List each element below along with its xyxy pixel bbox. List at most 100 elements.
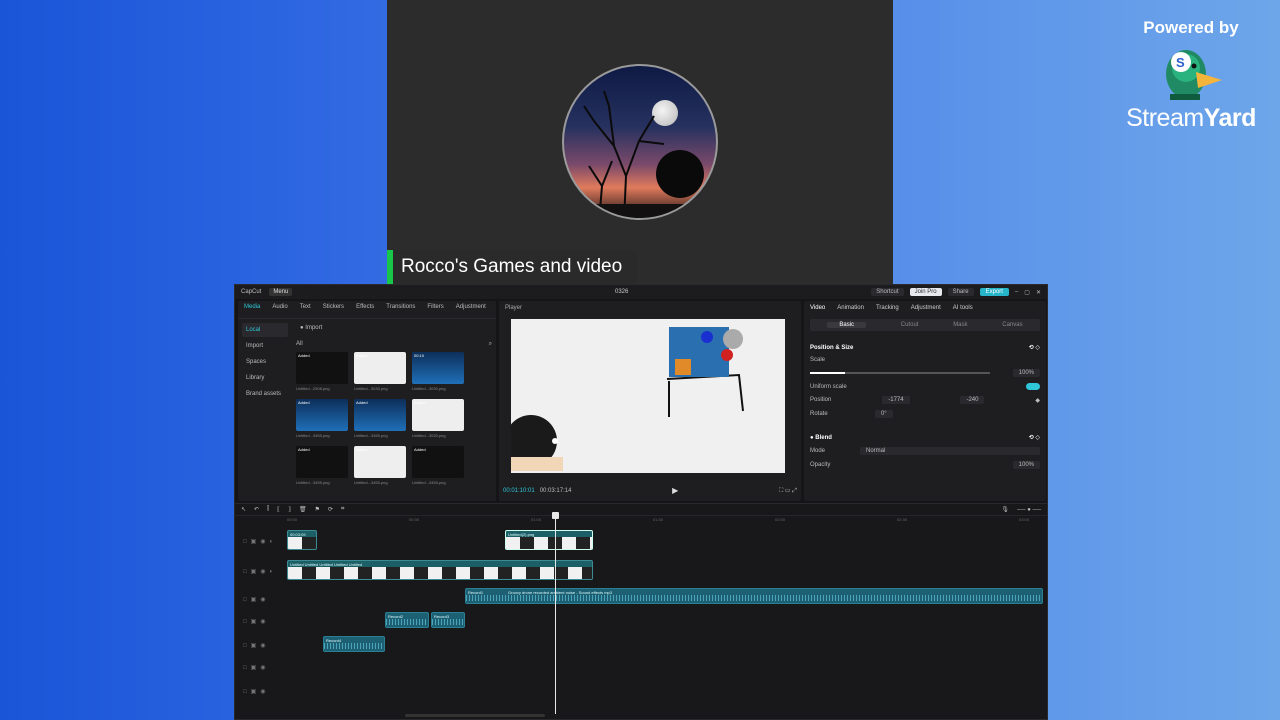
play-icon[interactable]: ▶ xyxy=(672,486,678,495)
track-controls[interactable]: □▣◉ xyxy=(243,642,270,649)
thumbnail-caption: Untitled...3455.png xyxy=(412,480,446,485)
tool-audio[interactable]: Audio xyxy=(272,304,287,315)
mode-select[interactable]: Normal xyxy=(860,447,1040,455)
track-controls[interactable]: □▣◉ xyxy=(243,664,270,671)
tool-transitions[interactable]: Transitions xyxy=(386,304,415,315)
audio-clip-record1[interactable]: Record1 Groovy drone recorded ambient no… xyxy=(465,588,1043,604)
search-icon[interactable]: ⌕ xyxy=(489,341,492,348)
rotate-row: Rotate 0° xyxy=(804,407,1046,421)
preview-canvas[interactable] xyxy=(511,319,785,473)
thumbnail-caption: Untitled...3455.png xyxy=(354,433,388,438)
media-thumbnail[interactable]: Added Untitled...3455.png xyxy=(296,446,348,487)
minimize-icon[interactable]: – xyxy=(1015,289,1018,295)
shortcut-button[interactable]: Shortcut xyxy=(871,288,904,296)
tool-stickers[interactable]: Stickers xyxy=(323,304,344,315)
track-controls[interactable]: □▣◉◐ xyxy=(243,568,277,575)
share-button[interactable]: Share xyxy=(947,288,974,296)
mark-icon[interactable]: ⚑ xyxy=(315,506,320,513)
subtab-mask[interactable]: Mask xyxy=(953,322,967,328)
fullscreen-icon[interactable]: ⛶ ▭ ⤢ xyxy=(779,487,797,495)
timeline-scrollbar[interactable] xyxy=(405,714,545,717)
media-thumbnail[interactable]: Added Untitled...3030.png xyxy=(412,399,464,440)
rotate-input[interactable]: 0° xyxy=(874,410,893,418)
player-controls: 00:01:10:01 00:03:17:14 ▶ ⛶ ▭ ⤢ xyxy=(503,486,797,495)
undo-icon[interactable]: ↶ xyxy=(254,506,259,513)
media-thumbnail[interactable]: Added Untitled...3030.png xyxy=(354,352,406,393)
crop-icon[interactable]: ⌗ xyxy=(341,506,344,513)
tool-media[interactable]: Media xyxy=(244,304,260,315)
split-right-icon[interactable]: ⟧ xyxy=(288,506,291,513)
project-title: 0326 xyxy=(615,289,629,295)
blend-reset-icon[interactable]: ⟲ ◇ xyxy=(1029,434,1040,441)
side-library[interactable]: Library xyxy=(242,371,288,385)
media-thumbnail[interactable]: 00:10 Untitled...3030.png xyxy=(412,352,464,393)
tool-text[interactable]: Text xyxy=(300,304,311,315)
powered-by-text: Powered by xyxy=(1143,18,1239,37)
ruler-label: 00:30 xyxy=(409,517,420,522)
reset-icon[interactable]: ⟲ ◇ xyxy=(1029,344,1040,351)
media-thumbnail[interactable]: Added Untitled...3455.png xyxy=(354,399,406,440)
track-controls[interactable]: □▣◉ xyxy=(243,618,270,625)
thumbnail-caption: Untitled...2908.png xyxy=(296,386,330,391)
scale-value[interactable]: 100% xyxy=(1012,369,1040,377)
tab-video[interactable]: Video xyxy=(810,305,825,311)
opacity-value[interactable]: 100% xyxy=(1012,461,1040,469)
track-controls[interactable]: □▣◉◐ xyxy=(243,538,277,545)
track-controls[interactable]: □▣◉ xyxy=(243,688,270,695)
menu-button[interactable]: Menu xyxy=(269,288,293,296)
tool-filters[interactable]: Filters xyxy=(427,304,443,315)
select-tool-icon[interactable]: ↖ xyxy=(241,506,246,513)
playhead[interactable] xyxy=(552,512,559,714)
timeline-clip[interactable]: Untitled(2).png xyxy=(505,530,593,550)
zoom-slider[interactable]: ── ● ── xyxy=(1017,507,1041,513)
media-thumbnail[interactable]: Added Untitled...3455.png xyxy=(354,446,406,487)
audio-clip-record4[interactable]: Record4 xyxy=(323,636,385,652)
subtab-basic[interactable]: Basic xyxy=(827,322,867,328)
media-thumbnail[interactable]: Added Untitled...3455.png xyxy=(412,446,464,487)
position-x-input[interactable]: -1774 xyxy=(882,396,910,404)
position-y-input[interactable]: -240 xyxy=(960,396,985,404)
tab-tracking[interactable]: Tracking xyxy=(876,305,899,311)
export-button[interactable]: Export xyxy=(979,288,1009,296)
main-video-track[interactable]: Untitled Untitled Untitled Untitled Unti… xyxy=(287,560,593,580)
scale-slider[interactable] xyxy=(810,372,990,374)
join-pro-button[interactable]: Join Pro xyxy=(909,288,942,296)
keyframe-icon[interactable]: ◆ xyxy=(1035,397,1040,404)
thumbnail-badge: Added xyxy=(356,447,368,452)
tab-ai-tools[interactable]: AI tools xyxy=(953,305,973,311)
media-thumbnail[interactable]: Added Untitled...3455.png xyxy=(296,399,348,440)
side-local[interactable]: Local xyxy=(242,323,288,337)
subtab-canvas[interactable]: Canvas xyxy=(1002,322,1022,328)
filter-all[interactable]: All xyxy=(296,341,303,348)
svg-text:S: S xyxy=(1176,55,1185,70)
track-controls[interactable]: □▣◉ xyxy=(243,596,270,603)
media-toolbar: Media Audio Text Stickers Effects Transi… xyxy=(238,301,496,319)
rotate-clip-icon[interactable]: ⟳ xyxy=(328,506,333,513)
tab-animation[interactable]: Animation xyxy=(837,305,864,311)
side-brand-assets[interactable]: Brand assets xyxy=(242,387,288,401)
split-icon[interactable]: ⫿ xyxy=(267,506,269,513)
thumbnail-badge: Added xyxy=(298,447,310,452)
ruler-label: 00:00 xyxy=(287,517,298,522)
thumbnail-image: Added xyxy=(354,399,406,431)
tool-effects[interactable]: Effects xyxy=(356,304,374,315)
import-button[interactable]: ● Import xyxy=(300,325,322,331)
subtab-cutout[interactable]: Cutout xyxy=(901,322,919,328)
close-icon[interactable]: ✕ xyxy=(1036,289,1041,296)
split-left-icon[interactable]: ⟦ xyxy=(277,506,280,513)
media-panel: Media Audio Text Stickers Effects Transi… xyxy=(238,301,496,501)
tab-adjustment[interactable]: Adjustment xyxy=(911,305,941,311)
audio-clip-record3[interactable]: Record3 xyxy=(431,612,465,628)
tool-adjustment[interactable]: Adjustment xyxy=(456,304,486,315)
delete-icon[interactable]: 🗑 xyxy=(299,506,307,513)
audio-clip-record2[interactable]: Record2 xyxy=(385,612,429,628)
thumbnail-caption: Untitled...3030.png xyxy=(354,386,388,391)
media-thumbnail[interactable]: Added Untitled...2908.png xyxy=(296,352,348,393)
side-spaces[interactable]: Spaces xyxy=(242,355,288,369)
thumbnail-badge: Added xyxy=(298,353,310,358)
mic-icon[interactable]: 🎙 xyxy=(1001,506,1009,513)
side-import[interactable]: Import xyxy=(242,339,288,353)
maximize-icon[interactable]: ▢ xyxy=(1024,289,1030,296)
uniform-scale-toggle[interactable] xyxy=(1026,383,1040,390)
timeline-clip[interactable]: 00:03:09 xyxy=(287,530,317,550)
